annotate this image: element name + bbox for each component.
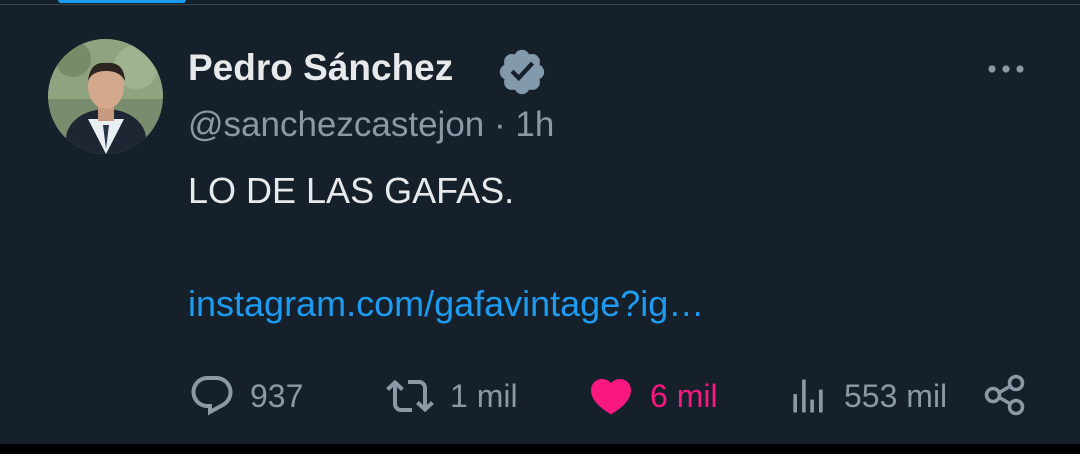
reply-icon	[191, 376, 233, 416]
heart-icon	[590, 379, 632, 415]
retweet-icon	[386, 379, 434, 413]
author-handle[interactable]: @sanchezcastejon	[188, 105, 484, 144]
tab-indicator	[58, 0, 186, 3]
views-icon	[793, 379, 823, 413]
reply-button[interactable]: 937	[188, 370, 303, 422]
reply-count: 937	[250, 378, 304, 414]
tweet-text: LO DE LAS GAFAS.	[188, 170, 515, 211]
tweet-timestamp[interactable]: 1h	[515, 105, 554, 144]
share-icon[interactable]	[982, 372, 1028, 418]
handle-row: @sanchezcastejon · 1h	[188, 102, 554, 148]
retweet-count: 1 mil	[450, 378, 518, 414]
like-button[interactable]: 6 mil	[586, 370, 718, 422]
tweet-card[interactable]: Pedro Sánchez @sanchezcastejon · 1h LO D…	[0, 0, 1080, 444]
avatar[interactable]	[48, 39, 163, 154]
verified-badge-icon	[496, 46, 548, 98]
views-button[interactable]: 553 mil	[786, 370, 947, 422]
more-options-icon[interactable]	[980, 56, 1032, 82]
tweet-link[interactable]: instagram.com/gafavintage?ig…	[188, 281, 704, 327]
author-name[interactable]: Pedro Sánchez	[188, 45, 453, 91]
retweet-button[interactable]: 1 mil	[384, 370, 518, 422]
meta-separator: ·	[494, 105, 506, 144]
like-count: 6 mil	[650, 378, 718, 414]
views-count: 553 mil	[844, 378, 948, 414]
divider	[0, 4, 1080, 5]
